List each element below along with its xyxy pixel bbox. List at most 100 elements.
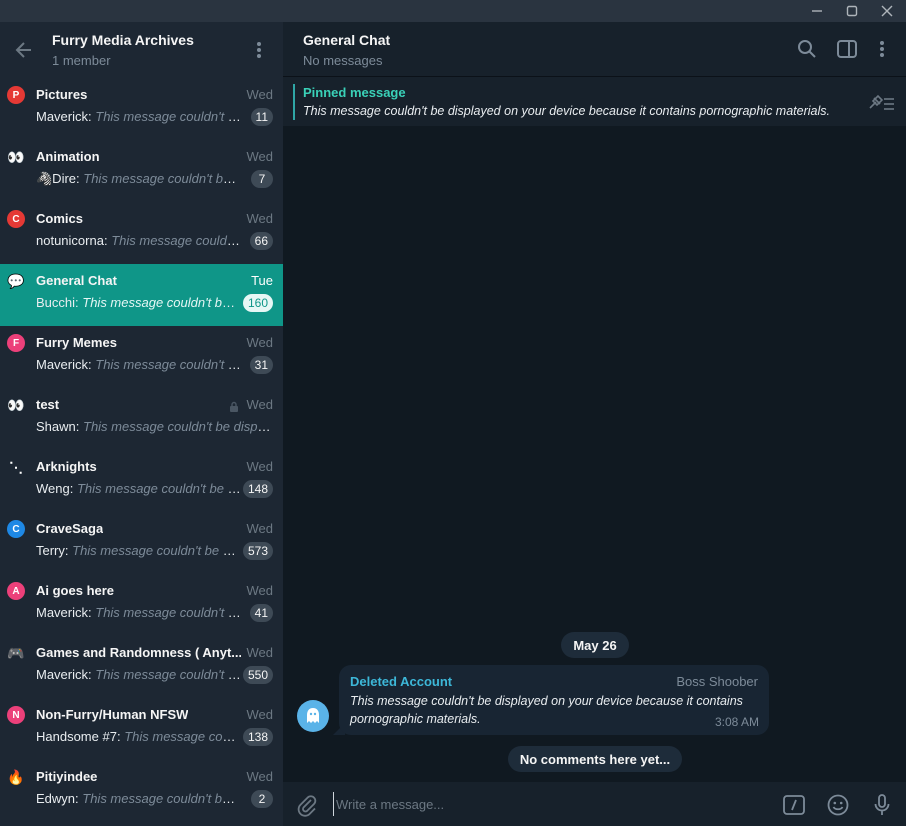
- chat-name: Ai goes here: [36, 583, 115, 598]
- more-vertical-icon[interactable]: [871, 38, 893, 60]
- chat-preview: Bucchi: This message couldn't be display…: [36, 295, 241, 310]
- chat-date: Wed: [246, 521, 274, 536]
- unread-badge: 31: [249, 356, 273, 374]
- pinned-accent-bar: [293, 84, 295, 120]
- chat-preview: Edwyn: This message couldn't be displaye…: [36, 791, 241, 806]
- unread-badge: 138: [242, 728, 273, 746]
- message-sender[interactable]: Deleted Account: [350, 674, 452, 689]
- pinned-message-bar[interactable]: Pinned message This message couldn't be …: [283, 76, 906, 126]
- chat-avatar: C: [7, 210, 25, 228]
- more-vertical-icon[interactable]: [250, 38, 268, 62]
- empty-notice: No comments here yet...: [508, 746, 682, 772]
- chat-list-item[interactable]: C Comics Wed notunicorna: This message coul…: [0, 202, 283, 264]
- chat-date: Wed: [246, 211, 274, 226]
- chat-list-item[interactable]: 🎮 Games and Randomness ( Anyt... Wed Maveri…: [0, 636, 283, 698]
- chat-name: Pictures: [36, 87, 88, 102]
- pinned-text: This message couldn't be displayed on yo…: [303, 104, 830, 118]
- preview-text: This message couldn't be displayed on yo…: [111, 233, 241, 248]
- chat-list-item[interactable]: A Ai goes here Wed Maverick: This message c…: [0, 574, 283, 636]
- lock-icon: [229, 399, 239, 417]
- attach-icon[interactable]: [295, 793, 319, 817]
- message-area[interactable]: May 26 Deleted Account Boss Shoober This…: [283, 126, 906, 782]
- chat-list-item[interactable]: 👀 Animation Wed 🦓Dire: This message couldn'…: [0, 140, 283, 202]
- preview-sender: Maverick:: [36, 109, 92, 124]
- preview-text: This message couldn't be displayed on yo…: [83, 171, 241, 186]
- sidebar-toggle-icon[interactable]: [836, 38, 858, 60]
- chat-name: Games and Randomness ( Anyt...: [36, 645, 241, 660]
- preview-sender: Terry:: [36, 543, 69, 558]
- chat-avatar: F: [7, 334, 25, 352]
- unread-badge: 550: [242, 666, 273, 684]
- chat-list-item[interactable]: N Non-Furry/Human NFSW Wed Handsome #7: Thi…: [0, 698, 283, 760]
- window-titlebar: [0, 0, 906, 22]
- chat-name: Pitiyindee: [36, 769, 98, 784]
- unread-badge: 66: [249, 232, 273, 250]
- chat-list-item[interactable]: 👀 test Wed Shawn: This message couldn't be …: [0, 388, 283, 450]
- unread-badge: 148: [242, 480, 273, 498]
- chat-preview: notunicorna: This message couldn't be di…: [36, 233, 241, 248]
- chat-avatar: P: [7, 86, 25, 104]
- chat-list-item[interactable]: C CraveSaga Wed Terry: This message couldn'…: [0, 512, 283, 574]
- search-icon[interactable]: [796, 38, 818, 60]
- chat-list-item[interactable]: P Pictures Wed Maverick: This message could…: [0, 78, 283, 140]
- chat-name: General Chat: [36, 273, 117, 288]
- chat-date: Wed: [246, 459, 274, 474]
- chat-preview: Weng: This message couldn't be displayed…: [36, 481, 241, 496]
- group-title: Furry Media Archives: [52, 32, 194, 48]
- unread-badge: 160: [242, 294, 273, 312]
- chat-date: Wed: [246, 397, 274, 412]
- chat-name: Arknights: [36, 459, 97, 474]
- chat-preview: Maverick: This message couldn't be displ…: [36, 667, 241, 682]
- preview-text: This message couldn't be displayed on yo…: [82, 295, 241, 310]
- unread-badge: 11: [250, 108, 273, 126]
- close-icon[interactable]: [870, 0, 904, 22]
- chat-preview: Maverick: This message couldn't be displ…: [36, 605, 241, 620]
- minimize-icon[interactable]: [800, 0, 834, 22]
- chat-avatar: 👀: [7, 396, 25, 413]
- microphone-icon[interactable]: [870, 793, 894, 817]
- sender-role: Boss Shoober: [676, 674, 758, 689]
- chat-status: No messages: [303, 53, 383, 68]
- chat-name: Furry Memes: [36, 335, 117, 350]
- chat-avatar: 🎮: [7, 644, 25, 661]
- emoji-icon[interactable]: [826, 793, 850, 817]
- message-bubble[interactable]: Deleted Account Boss Shoober This messag…: [339, 665, 769, 735]
- chat-date: Wed: [246, 707, 274, 722]
- maximize-icon[interactable]: [835, 0, 869, 22]
- chat-list-item[interactable]: 💬 General Chat Tue Bucchi: This message cou…: [0, 264, 283, 326]
- chat-preview: Handsome #7: This message couldn't be di…: [36, 729, 241, 744]
- chat-list-item[interactable]: F Furry Memes Wed Maverick: This message co…: [0, 326, 283, 388]
- bot-commands-icon[interactable]: [782, 793, 806, 817]
- preview-sender: Maverick:: [36, 667, 92, 682]
- preview-sender: notunicorna:: [36, 233, 108, 248]
- preview-text: This message couldn't be displayed on yo…: [95, 605, 241, 620]
- date-separator: May 26: [561, 632, 629, 658]
- chat-date: Wed: [246, 645, 274, 660]
- chat-header: General Chat No messages: [283, 22, 906, 76]
- preview-sender: Shawn:: [36, 419, 80, 434]
- chat-avatar: 💬: [7, 272, 25, 289]
- chat-avatar: N: [7, 706, 25, 724]
- chat-title[interactable]: General Chat: [303, 32, 390, 48]
- chat-name: Non-Furry/Human NFSW: [36, 707, 189, 722]
- back-arrow-icon[interactable]: [12, 38, 36, 62]
- chat-date: Wed: [246, 335, 274, 350]
- preview-sender: Handsome #7:: [36, 729, 121, 744]
- message-input[interactable]: Write a message...: [333, 792, 753, 816]
- chat-preview: Maverick: This message couldn't be displ…: [36, 357, 241, 372]
- preview-sender: Bucchi:: [36, 295, 79, 310]
- preview-sender: Maverick:: [36, 605, 92, 620]
- avatar[interactable]: [297, 700, 329, 732]
- preview-text: This message couldn't be displayed on yo…: [95, 357, 241, 372]
- chat-avatar: ⋱: [9, 458, 23, 475]
- preview-sender: Maverick:: [36, 357, 92, 372]
- pin-list-icon[interactable]: [867, 93, 895, 113]
- unread-badge: 573: [242, 542, 273, 560]
- member-count: 1 member: [52, 53, 111, 68]
- chat-list-item[interactable]: ⋱ Arknights Wed Weng: This message couldn't…: [0, 450, 283, 512]
- preview-text: This message couldn't be displayed on yo…: [76, 481, 241, 496]
- chat-sidebar: Furry Media Archives 1 member P Pictures W…: [0, 22, 283, 826]
- chat-main: General Chat No messages Pinned message …: [283, 22, 906, 826]
- chat-list-item[interactable]: 🔥 Pitiyindee Wed Edwyn: This message couldn…: [0, 760, 283, 822]
- preview-sender: Weng:: [36, 481, 74, 496]
